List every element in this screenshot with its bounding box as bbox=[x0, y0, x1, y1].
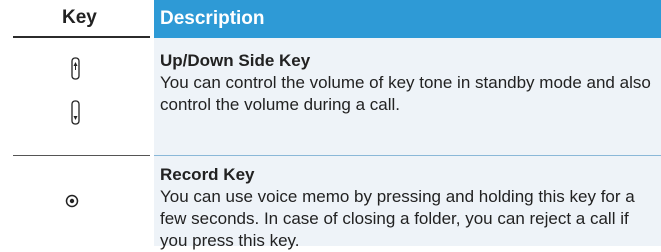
description-column-header: Description bbox=[154, 0, 661, 38]
table-header: Key Description bbox=[13, 0, 661, 38]
record-key-icon bbox=[65, 194, 79, 208]
table-row: Up/Down Side Key You can control the vol… bbox=[13, 38, 661, 156]
row-title: Record Key bbox=[160, 165, 255, 184]
key-column-header: Key bbox=[13, 0, 150, 38]
row-title: Up/Down Side Key bbox=[160, 51, 311, 70]
table-row: Record Key You can use voice memo by pre… bbox=[13, 156, 661, 250]
description-cell: Up/Down Side Key You can control the vol… bbox=[154, 38, 661, 156]
row-description: You can control the volume of key tone i… bbox=[160, 73, 651, 114]
key-cell bbox=[13, 156, 150, 246]
description-cell: Record Key You can use voice memo by pre… bbox=[154, 156, 661, 250]
key-cell bbox=[13, 38, 150, 156]
up-down-side-key-icon bbox=[71, 57, 80, 125]
key-description-table: Key Description Up/Down Side Key You can… bbox=[13, 0, 661, 250]
row-description: You can use voice memo by pressing and h… bbox=[160, 187, 635, 250]
